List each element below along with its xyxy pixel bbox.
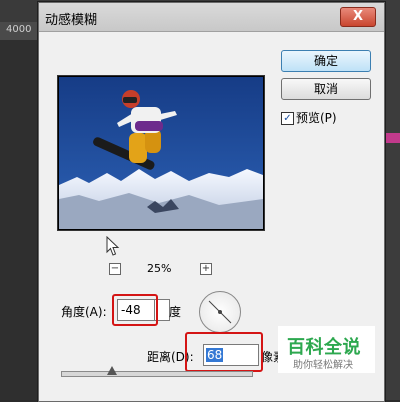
mouse-cursor-icon [106,236,120,256]
preview-checkbox-label[interactable]: 预览(P) [296,109,337,126]
distance-slider-thumb[interactable] [107,366,118,375]
distance-slider-track[interactable] [61,371,253,377]
ruler-label: 4000 [6,24,32,35]
cancel-button[interactable]: 取消 [281,78,371,100]
ok-button[interactable]: 确定 [281,50,371,72]
close-button[interactable]: X [340,7,376,27]
angle-dial-indicator-icon [208,300,232,324]
angle-highlight-box [112,294,158,326]
zoom-level: 25% [147,262,172,275]
watermark-subtitle: 助你轻松解决 [293,360,353,371]
dialog-titlebar[interactable]: 动感模糊 X [39,3,384,32]
watermark-logo: 百科全说 助你轻松解决 [278,326,375,373]
preview-checkbox[interactable]: ✓ [281,112,294,125]
degree-unit-label: 度 [169,305,182,319]
dialog-title: 动感模糊 [45,13,98,28]
app-left-panel [0,40,38,400]
zoom-out-button[interactable]: − [109,263,121,275]
angle-label: 角度(A): [61,305,107,319]
app-right-panel [383,0,400,400]
distance-highlight-box [185,332,263,372]
snowboarder-preview-image [59,77,263,229]
checkmark-icon: ✓ [283,113,292,124]
preview-pane[interactable] [57,75,265,231]
zoom-in-button[interactable]: + [200,263,212,275]
magenta-indicator [383,133,400,143]
angle-dial[interactable] [199,291,241,333]
